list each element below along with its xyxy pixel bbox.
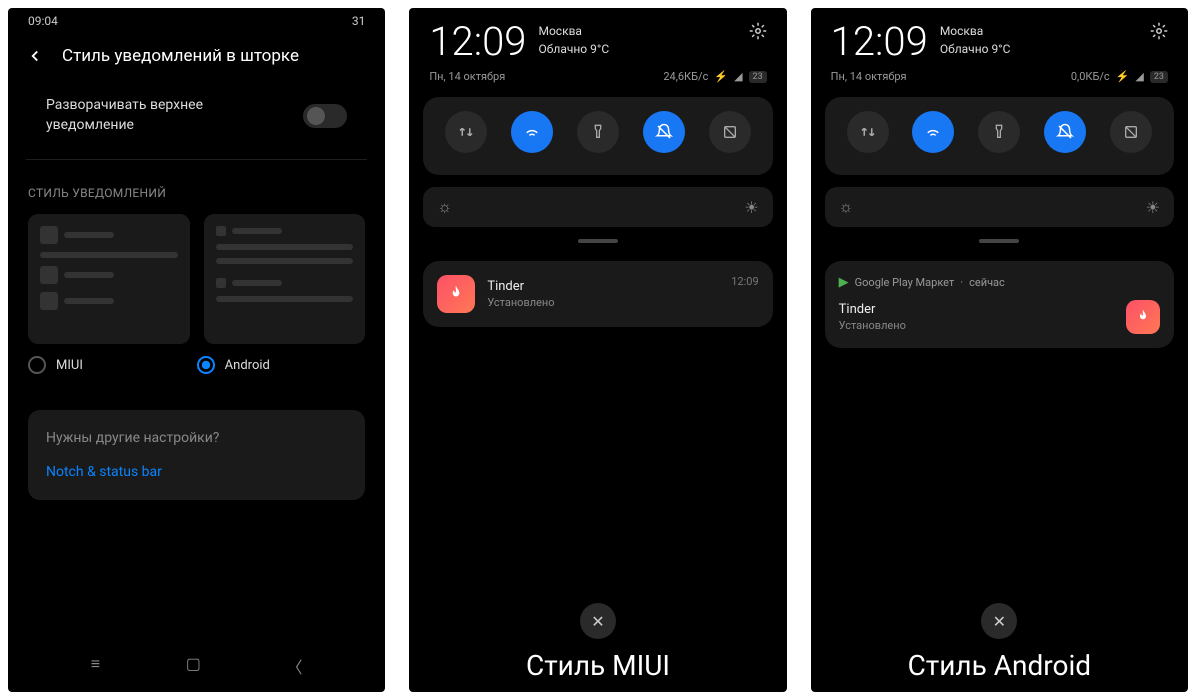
qs-wifi-icon[interactable] xyxy=(912,111,954,153)
clear-all-button[interactable]: ✕ xyxy=(981,603,1017,639)
quick-settings xyxy=(423,97,772,175)
style-radio-group: MIUI Android xyxy=(8,344,385,386)
section-label: СТИЛЬ УВЕДОМЛЕНИЙ xyxy=(8,160,385,214)
radio-android[interactable]: Android xyxy=(197,356,366,374)
radio-label: Android xyxy=(225,358,270,373)
settings-header: Стиль уведомлений в шторке xyxy=(8,34,385,86)
style-previews xyxy=(8,214,385,344)
weather: Облачно 9°С xyxy=(538,40,609,58)
date-row: Пн, 14 октября 0,0КБ/с ⚡ ◢ 23 xyxy=(811,68,1188,91)
weather: Облачно 9°С xyxy=(940,40,1011,58)
qs-screenshot-icon[interactable] xyxy=(1110,111,1152,153)
more-question: Нужны другие настройки? xyxy=(46,430,347,446)
qs-dnd-icon[interactable] xyxy=(1044,111,1086,153)
clock: 12:09 xyxy=(831,22,928,62)
date-row: Пн, 14 октября 24,6КБ/с ⚡ ◢ 23 xyxy=(409,68,786,91)
nav-recents-icon[interactable]: ≡ xyxy=(91,654,100,678)
tinder-icon xyxy=(437,275,475,313)
qs-screenshot-icon[interactable] xyxy=(709,111,751,153)
brightness-slider[interactable]: ☼ ☀ xyxy=(825,187,1174,227)
quick-settings xyxy=(825,97,1174,175)
nav-home-icon[interactable]: ▢ xyxy=(186,654,201,678)
back-icon[interactable] xyxy=(26,47,44,65)
expand-top-notification-row[interactable]: Разворачивать верхнее уведомление xyxy=(26,86,367,160)
radio-label: MIUI xyxy=(56,358,83,373)
nav-back-icon[interactable]: 〈 xyxy=(286,654,302,678)
radio-miui[interactable]: MIUI xyxy=(28,356,197,374)
net-speed: 24,6КБ/с xyxy=(663,70,708,83)
toggle-switch[interactable] xyxy=(303,104,347,128)
location: Москва xyxy=(940,22,1011,40)
date: Пн, 14 октября xyxy=(831,70,907,83)
toggle-label: Разворачивать верхнее уведомление xyxy=(46,96,246,135)
signal-icon: ◢ xyxy=(1135,70,1143,83)
phone-android-shade: 12:09 Москва Облачно 9°С Пн, 14 октября … xyxy=(811,8,1188,692)
status-bar: 09:04 31 xyxy=(8,8,385,34)
signal-icon: ◢ xyxy=(734,70,742,83)
notif-sub: Установлено xyxy=(839,319,906,332)
qs-flashlight-icon[interactable] xyxy=(577,111,619,153)
notif-title: Tinder xyxy=(839,302,906,317)
shade-header: 12:09 Москва Облачно 9°С xyxy=(811,8,1188,68)
qs-flashlight-icon[interactable] xyxy=(978,111,1020,153)
brightness-high-icon: ☀ xyxy=(744,198,758,217)
notif-title: Tinder xyxy=(487,279,719,294)
notif-time: 12:09 xyxy=(731,275,758,288)
shade-header: 12:09 Москва Облачно 9°С xyxy=(409,8,786,68)
phone-miui-shade: 12:09 Москва Облачно 9°С Пн, 14 октября … xyxy=(409,8,786,692)
clock: 12:09 xyxy=(429,22,526,62)
notif-source-time: сейчас xyxy=(969,276,1005,289)
tinder-icon xyxy=(1126,300,1160,334)
notif-source: Google Play Маркет xyxy=(855,276,955,289)
settings-icon[interactable] xyxy=(749,22,767,40)
brightness-high-icon: ☀ xyxy=(1146,198,1160,217)
qs-data-icon[interactable] xyxy=(445,111,487,153)
qs-data-icon[interactable] xyxy=(847,111,889,153)
caption: Стиль MIUI xyxy=(409,649,786,692)
status-time: 09:04 xyxy=(28,14,58,28)
radio-icon xyxy=(197,356,215,374)
android-preview[interactable] xyxy=(204,214,366,344)
battery-badge: 23 xyxy=(1150,71,1168,83)
drag-handle[interactable] xyxy=(578,239,618,243)
more-settings-card: Нужны другие настройки? Notch & status b… xyxy=(28,410,365,500)
bluetooth-icon: ⚡ xyxy=(714,70,728,83)
nav-bar: ≡ ▢ 〈 xyxy=(8,640,385,692)
notif-sub: Установлено xyxy=(487,296,719,309)
qs-dnd-icon[interactable] xyxy=(643,111,685,153)
miui-preview[interactable] xyxy=(28,214,190,344)
battery-badge: 23 xyxy=(749,71,767,83)
brightness-slider[interactable]: ☼ ☀ xyxy=(423,187,772,227)
notch-status-link[interactable]: Notch & status bar xyxy=(46,464,347,480)
brightness-low-icon: ☼ xyxy=(437,197,452,217)
bluetooth-icon: ⚡ xyxy=(1116,70,1130,83)
notification-tinder[interactable]: Tinder Установлено 12:09 xyxy=(423,261,772,327)
location: Москва xyxy=(538,22,609,40)
clear-all-button[interactable]: ✕ xyxy=(580,603,616,639)
page-title: Стиль уведомлений в шторке xyxy=(62,46,299,66)
qs-wifi-icon[interactable] xyxy=(511,111,553,153)
date: Пн, 14 октября xyxy=(429,70,505,83)
net-speed: 0,0КБ/с xyxy=(1071,70,1110,83)
status-battery: 31 xyxy=(352,14,366,28)
drag-handle[interactable] xyxy=(979,239,1019,243)
dot: · xyxy=(960,276,963,289)
notification-tinder[interactable]: ▶ Google Play Маркет · сейчас Tinder Уст… xyxy=(825,261,1174,348)
radio-icon xyxy=(28,356,46,374)
brightness-low-icon: ☼ xyxy=(839,197,854,217)
phone-settings: 09:04 31 Стиль уведомлений в шторке Разв… xyxy=(8,8,385,692)
settings-icon[interactable] xyxy=(1150,22,1168,40)
caption: Стиль Android xyxy=(811,649,1188,692)
play-store-icon: ▶ xyxy=(839,275,849,290)
